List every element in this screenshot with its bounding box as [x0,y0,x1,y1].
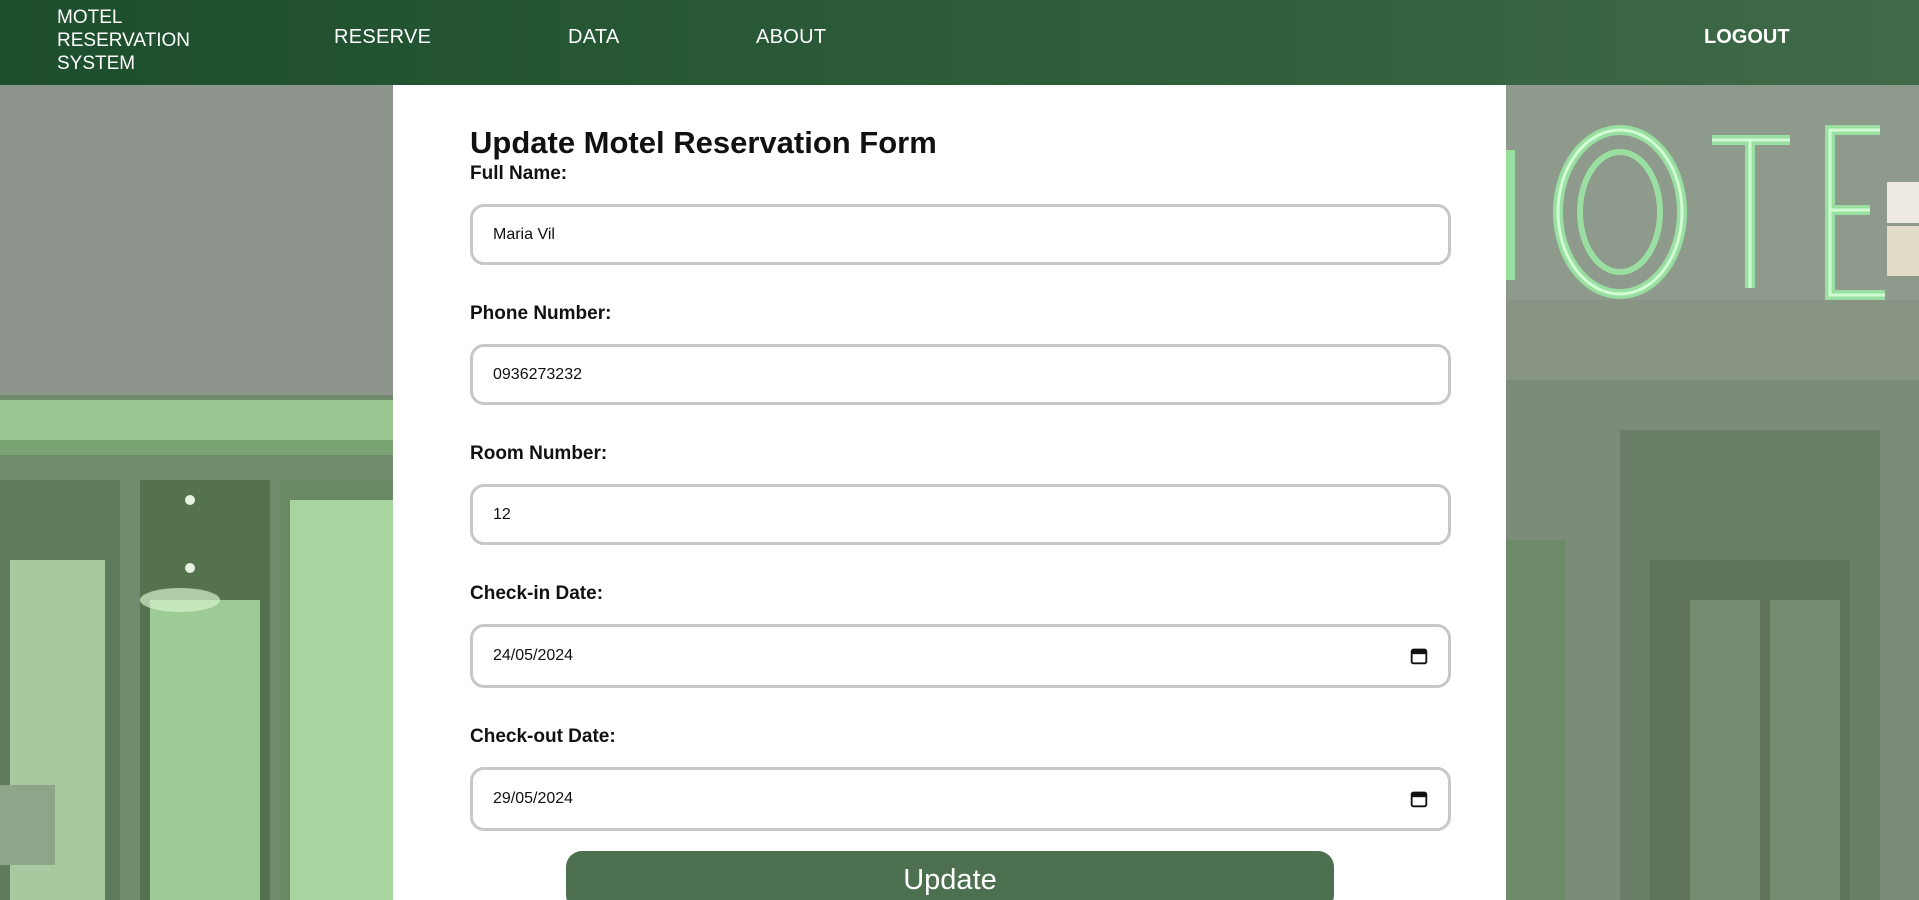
top-navbar: MOTEL RESERVATION SYSTEM RESERVE DATA AB… [0,0,1919,85]
nav-link-data[interactable]: DATA [568,26,620,49]
check-out-date-label: Check-out Date: [470,726,616,747]
brand-line: MOTEL [57,7,123,28]
check-in-date-input[interactable]: 24/05/2024 [470,624,1451,688]
logout-link[interactable]: LOGOUT [1704,26,1790,49]
brand-line: SYSTEM [57,53,136,74]
nav-link-about[interactable]: ABOUT [756,26,826,49]
edge-strip [1887,226,1919,276]
nav-link-reserve[interactable]: RESERVE [334,26,431,49]
reservation-form-panel: Update Motel Reservation Form Full Name:… [393,85,1506,900]
check-out-date-value: 29/05/2024 [493,790,574,807]
room-number-value: 12 [493,505,511,523]
update-button[interactable]: Update [566,851,1334,900]
check-in-date-value: 24/05/2024 [493,647,574,664]
form-title: Update Motel Reservation Form [470,125,937,160]
room-number-input[interactable]: 12 [470,484,1451,545]
phone-number-value: 0936273232 [493,365,582,383]
check-out-date-input[interactable]: 29/05/2024 [470,767,1451,831]
full-name-value: Maria Vil [493,225,555,243]
check-in-date-label: Check-in Date: [470,583,604,604]
brand-logo-text[interactable]: MOTEL RESERVATION SYSTEM [57,6,217,75]
full-name-input[interactable]: Maria Vil [470,204,1451,265]
room-number-label: Room Number: [470,443,608,464]
full-name-label: Full Name: [470,163,568,184]
calendar-icon[interactable] [1408,645,1430,667]
calendar-icon[interactable] [1408,788,1430,810]
phone-number-label: Phone Number: [470,303,612,324]
brand-line: RESERVATION [57,30,191,51]
edge-strip [1887,182,1919,223]
phone-number-input[interactable]: 0936273232 [470,344,1451,405]
